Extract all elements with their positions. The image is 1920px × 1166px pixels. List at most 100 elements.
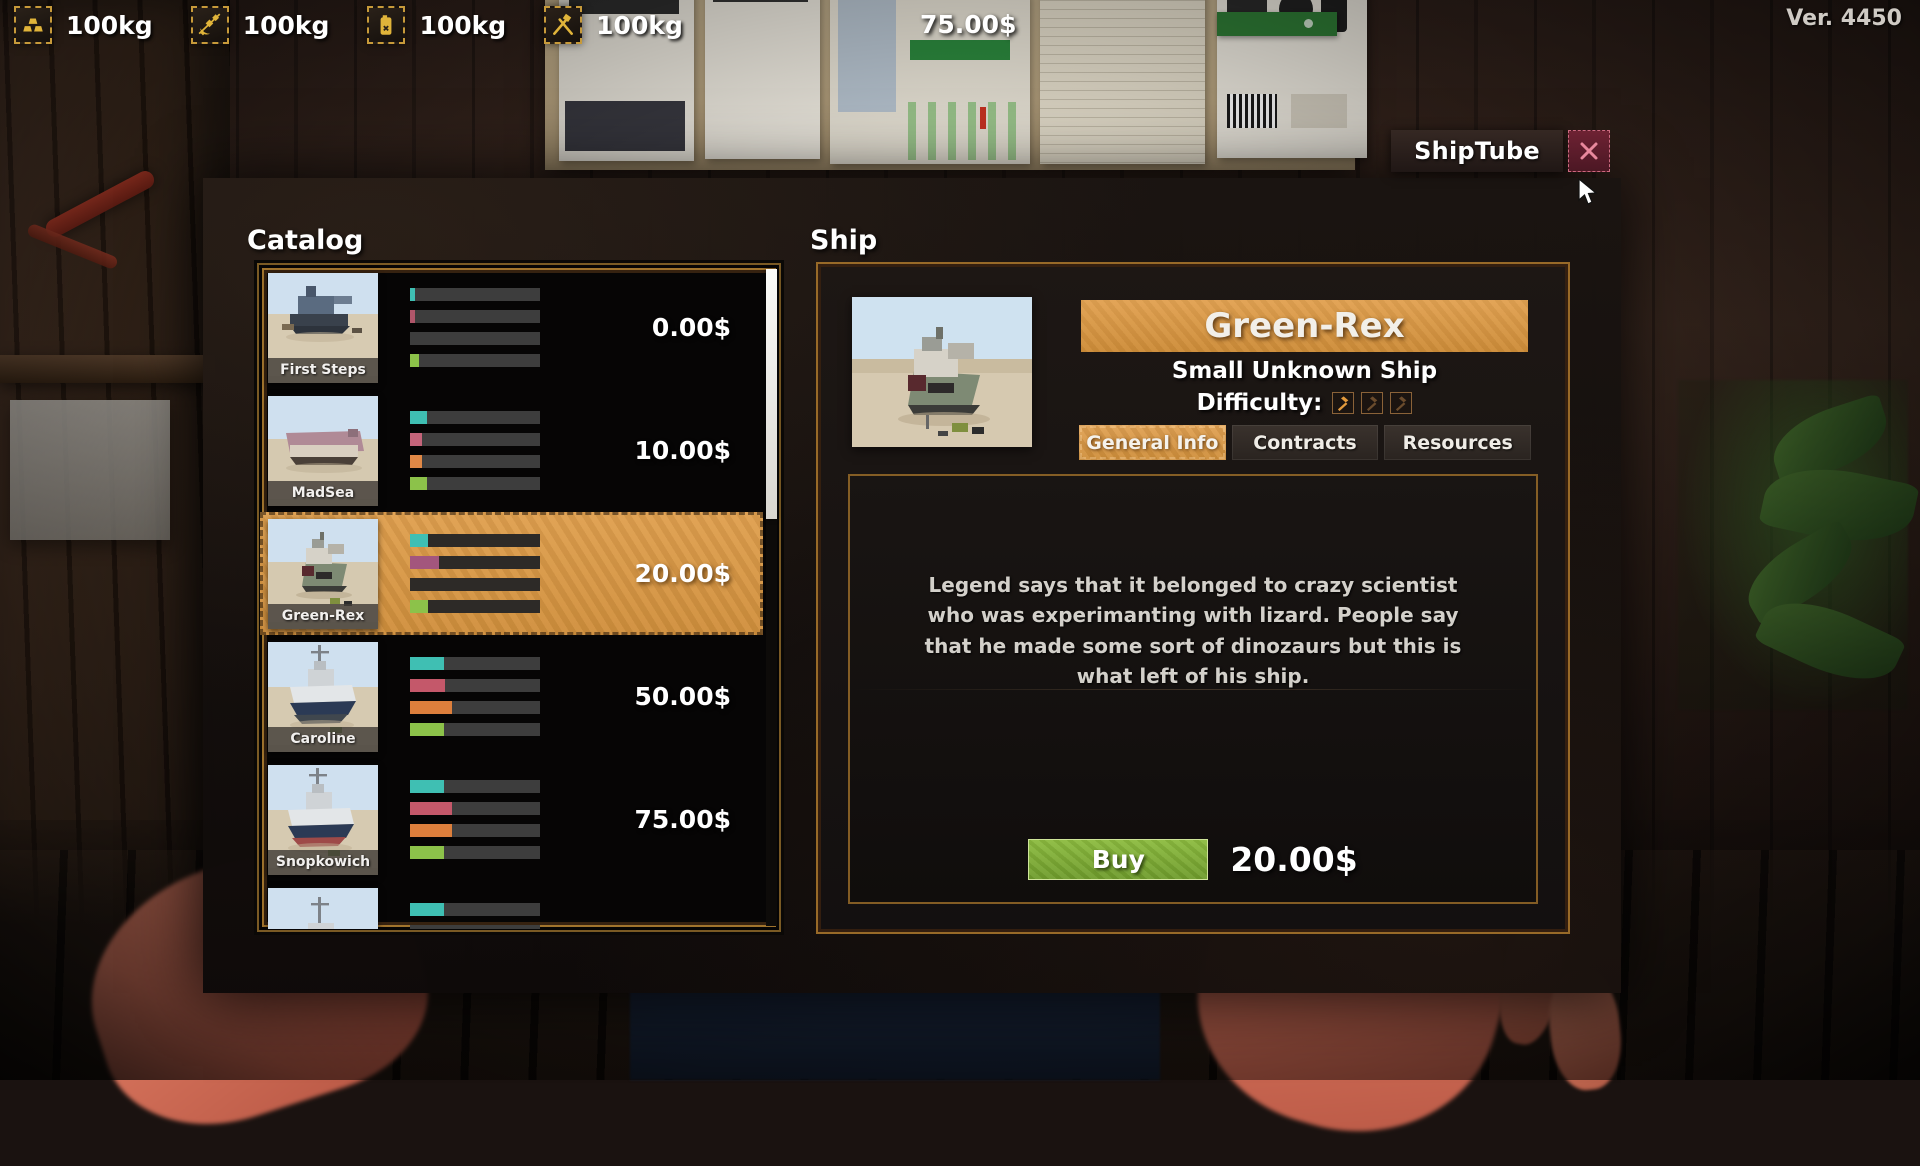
catalog-scroll-thumb[interactable] (766, 269, 777, 519)
ship-subtitle: Small Unknown Ship (1081, 358, 1528, 384)
stat-bar (410, 723, 540, 736)
hammer-icon (1364, 395, 1380, 411)
stat-bar (410, 846, 540, 859)
ship-description: Legend says that it belonged to crazy sc… (908, 570, 1478, 692)
catalog-item-name: MadSea (268, 481, 378, 506)
catalog-item-madsea[interactable]: MadSea 10.00$ (260, 389, 763, 512)
catalog-item-first-steps[interactable]: First Steps 0.00$ (260, 266, 763, 389)
resource-fuel: 100kg (367, 6, 506, 44)
stat-bar-track (410, 455, 540, 468)
stat-bar (410, 288, 540, 301)
resource-hud: 100kg 100kg 100kg (0, 0, 1920, 50)
stat-bar-track (410, 332, 540, 345)
catalog-item-snopkowich[interactable]: Snopkowich 75.00$ (260, 758, 763, 881)
catalog-item-name: Caroline (268, 727, 378, 752)
stat-bar (410, 925, 540, 929)
stat-bar-fill (410, 600, 428, 613)
buy-price: 20.00$ (1230, 840, 1357, 879)
difficulty-label: Difficulty: (1197, 390, 1323, 416)
ship-name-banner: Green-Rex (1081, 300, 1528, 352)
window-title: ShipTube (1414, 137, 1540, 165)
ship-name: Green-Rex (1204, 306, 1404, 346)
buy-button[interactable]: Buy (1028, 839, 1208, 880)
stat-bar-track (410, 354, 540, 367)
catalog-heading: Catalog (247, 225, 363, 256)
resource-value: 100kg (419, 11, 506, 40)
white-crate-decor (10, 400, 170, 540)
catalog-item-thumbnail: Caroline (268, 642, 378, 752)
gems-icon (191, 6, 229, 44)
stat-bar (410, 701, 540, 714)
stat-bar-fill (410, 802, 452, 815)
stat-bar-fill (410, 846, 444, 859)
ship-tabs: General Info Contracts Resources (1079, 425, 1531, 460)
stat-bar (410, 556, 540, 569)
catalog-item-stats (410, 657, 545, 736)
catalog-item-price: 0.00$ (652, 313, 731, 342)
stat-bar-fill (410, 477, 427, 490)
tab-contracts[interactable]: Contracts (1232, 425, 1379, 460)
catalog-panel: First Steps 0.00$ MadSea 10.00$ Green-Rex20.… (254, 260, 784, 935)
stat-bar-fill (410, 556, 439, 569)
stat-bar-fill (410, 433, 422, 446)
stat-bar (410, 534, 540, 547)
difficulty-pip-3 (1390, 392, 1412, 414)
catalog-item-green-rex[interactable]: Green-Rex20.00$ (260, 512, 763, 635)
resource-gold: 100kg (14, 6, 153, 44)
catalog-item-stats (410, 903, 545, 929)
stat-bar-track (410, 310, 540, 323)
tab-resources[interactable]: Resources (1384, 425, 1531, 460)
catalog-item-caroline[interactable]: Caroline50.00$ (260, 635, 763, 758)
stat-bar-track (410, 925, 540, 929)
ship-info-box: Legend says that it belonged to crazy sc… (848, 474, 1538, 904)
stat-bar (410, 578, 540, 591)
stat-bar (410, 354, 540, 367)
stat-bar-track (410, 578, 540, 591)
difficulty-pip-1 (1332, 392, 1354, 414)
catalog-item-stats (410, 288, 545, 367)
stat-bar (410, 600, 540, 613)
hammer-icon (1335, 395, 1351, 411)
stat-bar (410, 679, 540, 692)
stat-bar-fill (410, 903, 444, 916)
stat-bar-track (410, 534, 540, 547)
window-titlebar: ShipTube (1391, 130, 1563, 172)
tools-icon (544, 6, 582, 44)
stat-bar-fill (410, 701, 452, 714)
stat-bar-fill (410, 780, 444, 793)
stat-bar-track (410, 600, 540, 613)
catalog-list[interactable]: First Steps 0.00$ MadSea 10.00$ Green-Rex20.… (260, 266, 763, 929)
gold-bars-icon (14, 6, 52, 44)
catalog-item-stats (410, 780, 545, 859)
catalog-item-partial[interactable] (260, 881, 763, 929)
hammer-icon (1393, 395, 1409, 411)
catalog-item-stats (410, 411, 545, 490)
catalog-item-price: 10.00$ (635, 436, 731, 465)
catalog-item-thumbnail: MadSea (268, 396, 378, 506)
stat-bar (410, 332, 540, 345)
stat-bar-track (410, 411, 540, 424)
stat-bar-fill (410, 455, 422, 468)
stat-bar-track (410, 477, 540, 490)
stat-bar (410, 903, 540, 916)
stat-bar (410, 310, 540, 323)
catalog-item-thumbnail (268, 888, 378, 930)
catalog-item-stats (410, 534, 545, 613)
catalog-item-thumbnail: Snopkowich (268, 765, 378, 875)
stat-bar-fill (410, 723, 444, 736)
stat-bar (410, 433, 540, 446)
close-icon (1577, 139, 1601, 163)
catalog-item-name: Green-Rex (268, 604, 378, 629)
stat-bar (410, 657, 540, 670)
stat-bar-fill (410, 679, 445, 692)
catalog-scrollbar[interactable] (766, 269, 777, 926)
close-button[interactable] (1568, 130, 1610, 172)
resource-value: 100kg (596, 11, 683, 40)
stat-bar (410, 411, 540, 424)
catalog-item-name: First Steps (268, 358, 378, 383)
stat-bar-track (410, 288, 540, 301)
tab-general-info[interactable]: General Info (1079, 425, 1226, 460)
difficulty-row: Difficulty: (1081, 390, 1528, 416)
stat-bar-fill (410, 411, 427, 424)
catalog-item-price: 75.00$ (635, 805, 731, 834)
